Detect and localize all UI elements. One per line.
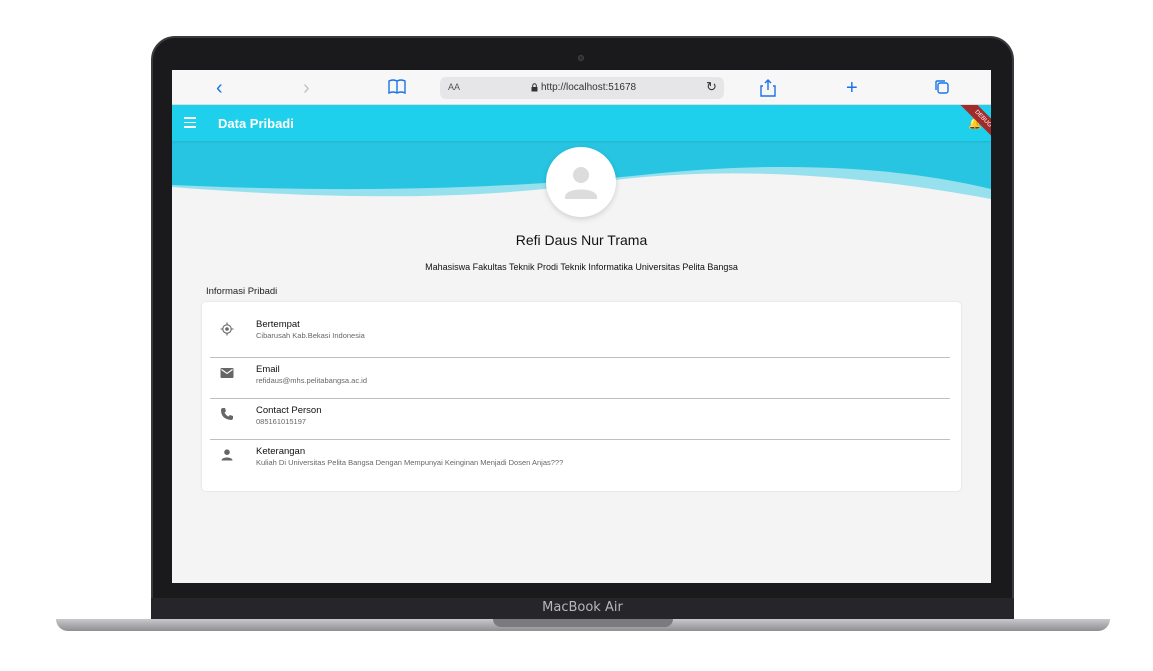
laptop-mockup: ‹ › AA http://localhost:51678 ↻ + Data P… <box>0 0 1153 671</box>
device-label: MacBook Air <box>542 600 623 615</box>
app-bar: Data Pribadi 🔔 <box>172 105 991 141</box>
info-value: Kuliah Di Universitas Pelita Bangsa Deng… <box>256 458 564 467</box>
profile-subtitle: Mahasiswa Fakultas Teknik Prodi Teknik I… <box>425 262 738 272</box>
list-item[interactable]: Contact Person 085161015197 <box>202 399 961 440</box>
phone-icon <box>221 408 233 420</box>
location-icon <box>220 322 234 336</box>
browser-toolbar: ‹ › AA http://localhost:51678 ↻ + <box>172 70 991 105</box>
person-icon <box>221 449 233 461</box>
page-title: Data Pribadi <box>218 116 294 131</box>
list-item[interactable]: Email refidaus@mhs.pelitabangsa.ac.id <box>202 358 961 399</box>
menu-icon[interactable] <box>184 117 196 128</box>
info-value: Cibarusah Kab.Bekasi Indonesia <box>256 331 365 340</box>
profile-name: Refi Daus Nur Trama <box>515 232 648 248</box>
info-value: refidaus@mhs.pelitabangsa.ac.id <box>256 376 368 385</box>
reload-icon[interactable]: ↻ <box>706 79 717 95</box>
section-label: Informasi Pribadi <box>206 286 278 297</box>
text-size-button[interactable]: AA <box>448 82 460 92</box>
url-text[interactable]: http://localhost:51678 <box>541 82 636 93</box>
info-label: Bertempat <box>256 319 300 330</box>
screen: ‹ › AA http://localhost:51678 ↻ + Data P… <box>172 70 991 583</box>
info-label: Email <box>256 364 280 375</box>
lock-icon <box>531 83 538 92</box>
laptop-notch <box>493 619 673 627</box>
share-icon[interactable] <box>760 79 776 97</box>
tabs-icon[interactable] <box>934 79 950 97</box>
list-item[interactable]: Bertempat Cibarusah Kab.Bekasi Indonesia <box>202 309 961 350</box>
avatar <box>546 147 616 217</box>
laptop-chin: MacBook Air <box>151 598 1014 620</box>
email-icon <box>220 368 234 378</box>
person-placeholder-icon <box>565 167 597 199</box>
back-icon[interactable]: ‹ <box>216 78 223 98</box>
info-label: Contact Person <box>256 405 322 416</box>
info-value: 085161015197 <box>256 417 307 426</box>
info-label: Keterangan <box>256 446 306 457</box>
bookmarks-icon[interactable] <box>388 79 406 97</box>
info-card: Bertempat Cibarusah Kab.Bekasi Indonesia… <box>202 302 961 491</box>
list-item[interactable]: Keterangan Kuliah Di Universitas Pelita … <box>202 440 961 481</box>
forward-icon[interactable]: › <box>303 78 310 98</box>
address-bar[interactable]: AA http://localhost:51678 ↻ <box>440 77 724 99</box>
camera <box>578 55 584 61</box>
new-tab-icon[interactable]: + <box>846 78 858 98</box>
